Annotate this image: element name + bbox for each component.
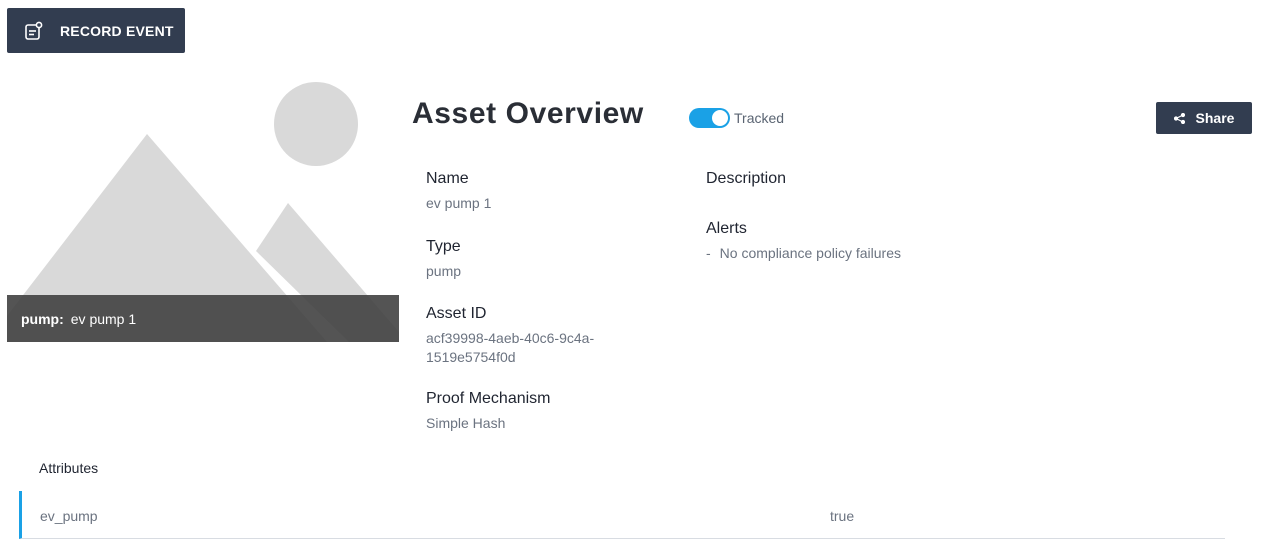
proof-mechanism-field: Proof Mechanism Simple Hash: [426, 390, 551, 433]
description-label: Description: [706, 170, 787, 187]
page-title: Asset Overview: [412, 97, 644, 130]
attribute-key: ev_pump: [40, 508, 98, 524]
tracked-toggle[interactable]: [689, 108, 730, 128]
toggle-knob: [712, 110, 728, 126]
alerts-field: Alerts - No compliance policy failures: [706, 220, 901, 263]
type-field: Type pump: [426, 238, 461, 281]
proof-mechanism-label: Proof Mechanism: [426, 390, 551, 407]
record-event-button[interactable]: RECORD EVENT: [7, 8, 185, 53]
caption-asset-type: pump:: [21, 310, 64, 327]
alerts-label: Alerts: [706, 220, 747, 237]
asset-overview-page: RECORD EVENT pump: ev pump 1 Asset Overv…: [0, 0, 1261, 550]
name-label: Name: [426, 170, 469, 187]
description-field: Description: [706, 170, 786, 194]
attribute-value: true: [830, 508, 855, 524]
name-value: ev pump 1: [426, 195, 492, 211]
asset-id-label: Asset ID: [426, 305, 487, 322]
tracked-toggle-group: Tracked: [689, 108, 784, 128]
attribute-row[interactable]: ev_pump true: [19, 491, 1225, 539]
record-event-icon: [24, 20, 46, 42]
share-button[interactable]: Share: [1156, 102, 1252, 134]
alerts-item: - No compliance policy failures: [706, 244, 901, 263]
tracked-label: Tracked: [734, 110, 785, 126]
proof-mechanism-value: Simple Hash: [426, 415, 506, 431]
type-label: Type: [426, 238, 461, 255]
record-event-label: RECORD EVENT: [60, 22, 174, 39]
name-field: Name ev pump 1: [426, 170, 491, 213]
asset-image-caption: pump: ev pump 1: [7, 295, 399, 342]
share-icon: [1173, 112, 1186, 124]
asset-image: pump: ev pump 1: [7, 66, 399, 342]
caption-asset-name: ev pump 1: [70, 310, 137, 327]
attributes-heading: Attributes: [39, 460, 99, 476]
alerts-value: No compliance policy failures: [719, 245, 901, 261]
asset-id-field: Asset ID acf39998-4aeb-40c6-9c4a-1519e57…: [426, 305, 626, 367]
alerts-bullet: -: [706, 245, 711, 261]
asset-id-value: acf39998-4aeb-40c6-9c4a-1519e5754f0d: [426, 330, 595, 365]
share-label: Share: [1195, 110, 1235, 126]
type-value: pump: [426, 263, 462, 279]
